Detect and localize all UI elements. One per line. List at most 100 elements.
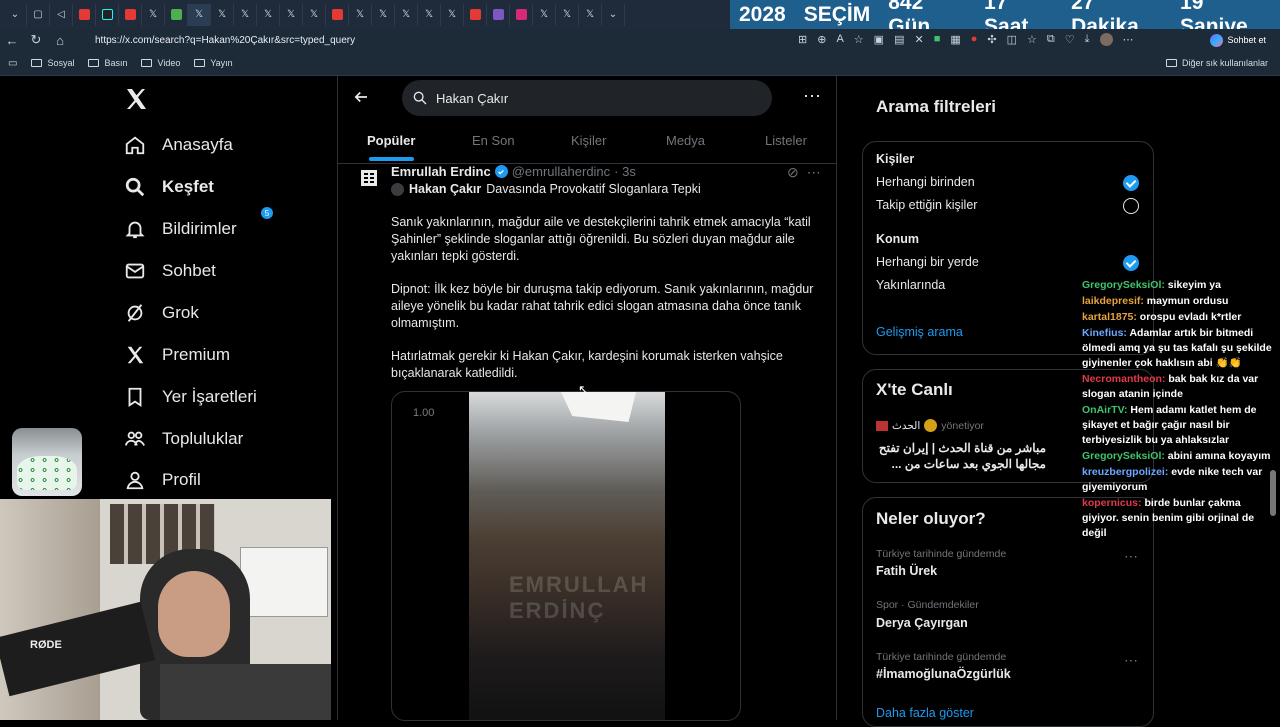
nav-messages[interactable]: Sohbet — [124, 253, 216, 289]
tab-youtube[interactable] — [73, 3, 96, 26]
nav-profile[interactable]: Profil — [124, 462, 201, 498]
profile-avatar[interactable] — [1099, 33, 1113, 46]
tab-tiktok[interactable] — [96, 3, 119, 26]
grid-icon[interactable]: ⊞ — [798, 33, 807, 46]
favorite-star-icon[interactable]: ☆ — [854, 33, 864, 46]
tab-popular[interactable]: Popüler — [367, 133, 415, 148]
tab-app-1[interactable] — [165, 3, 188, 26]
download-icon[interactable]: ⤓ — [1085, 33, 1090, 46]
other-bookmarks[interactable]: Diğer sık kullanılanlar — [1165, 58, 1268, 68]
nav-home[interactable]: Anasayfa — [124, 127, 233, 163]
extension-icon-3[interactable]: ✕ — [914, 33, 923, 46]
tab-x-12[interactable]: 𝕏 — [533, 3, 556, 26]
nav-notifications[interactable]: 5 Bildirimler — [124, 207, 273, 247]
copilot-chat-button[interactable]: Sohbet et — [1204, 31, 1272, 49]
tab-x-6[interactable]: 𝕏 — [303, 3, 326, 26]
tab-x-7[interactable]: 𝕏 — [349, 3, 372, 26]
tab-x-5[interactable]: 𝕏 — [280, 3, 303, 26]
extension-icon-5[interactable]: ▦ — [950, 33, 960, 46]
filter-location-nearby[interactable]: Yakınlarında — [876, 278, 945, 292]
tab-x-4[interactable]: 𝕏 — [257, 3, 280, 26]
tab-x-1[interactable]: 𝕏 — [142, 3, 165, 26]
nav-grok[interactable]: Grok — [124, 295, 199, 331]
chat-scrollbar[interactable] — [1270, 278, 1276, 650]
back-arrow-icon[interactable]: ← — [0, 29, 24, 51]
show-more-link[interactable]: Daha fazla göster — [876, 706, 974, 720]
trend-3-title[interactable]: #İmamoğlunaÖzgürlük — [876, 667, 1011, 681]
chat-text: orospu evladı k*rtler — [1139, 311, 1242, 323]
bookmark-folder-yayin[interactable]: Yayın — [194, 58, 233, 68]
author-handle[interactable]: @emrullaherdinc — [512, 164, 610, 179]
video-frame[interactable]: EMRULLAH ERDİNÇ — [469, 392, 665, 720]
nav-explore[interactable]: Keşfet — [124, 169, 214, 205]
bookmark-folder-video[interactable]: Video — [141, 58, 180, 68]
radio-location-anywhere[interactable] — [1123, 255, 1139, 271]
tab-media[interactable]: Medya — [666, 133, 705, 148]
live-text[interactable]: مباشر من قناة الحدث | إيران تفتح مجالها … — [876, 440, 1046, 472]
more-options-icon[interactable]: ⋯ — [803, 86, 822, 107]
tab-x-11[interactable]: 𝕏 — [441, 3, 464, 26]
trend-more-icon[interactable]: ⋯ — [1124, 652, 1138, 669]
extension-icon-6[interactable]: ● — [971, 33, 978, 46]
tab-youtube-4[interactable] — [464, 3, 487, 26]
tab-mute-icon[interactable]: ◁ — [50, 3, 73, 26]
reload-icon[interactable]: ↻ — [24, 29, 48, 51]
radio-people-following[interactable] — [1123, 198, 1139, 214]
tweet-more-icon[interactable]: ⋯ — [807, 164, 829, 180]
home-icon[interactable]: ⌂ — [48, 29, 72, 51]
tab-overflow-icon[interactable]: ⌄ — [602, 3, 625, 26]
tab-x-13[interactable]: 𝕏 — [556, 3, 579, 26]
puzzle-icon[interactable]: ✣ — [987, 33, 996, 46]
filter-people-following[interactable]: Takip ettiğin kişiler — [876, 198, 977, 212]
tab-lists[interactable]: Listeler — [765, 133, 807, 148]
trend-2-title[interactable]: Derya Çayırgan — [876, 616, 968, 630]
tweet-video[interactable]: 1.00 EMRULLAH ERDİNÇ — [391, 391, 741, 721]
filter-people-anyone[interactable]: Herhangi birinden — [876, 175, 975, 189]
author-avatar[interactable] — [358, 167, 380, 189]
back-arrow-icon[interactable] — [352, 88, 370, 106]
nav-premium[interactable]: Premium — [124, 337, 230, 373]
zoom-icon[interactable]: ⊕ — [817, 33, 826, 46]
x-logo-icon[interactable] — [124, 87, 148, 111]
tab-active[interactable]: 𝕏 — [188, 3, 211, 26]
tab-x-10[interactable]: 𝕏 — [418, 3, 441, 26]
sidebar-toggle-icon[interactable]: ▭ — [8, 58, 17, 69]
tab-instagram[interactable] — [510, 3, 533, 26]
chat-message: kreuzbergpolizei: evde nike tech var giy… — [1082, 465, 1280, 495]
extension-icon-2[interactable]: ▤ — [894, 33, 904, 46]
tab-list-icon[interactable]: ⌄ — [4, 3, 27, 26]
read-aloud-icon[interactable]: A — [836, 33, 843, 46]
tab-youtube-3[interactable] — [326, 3, 349, 26]
tab-x-14[interactable]: 𝕏 — [579, 3, 602, 26]
tab-youtube-2[interactable] — [119, 3, 142, 26]
tab-x-3[interactable]: 𝕏 — [234, 3, 257, 26]
author-name[interactable]: Emrullah Erdinc — [391, 164, 491, 179]
tab-x-2[interactable]: 𝕏 — [211, 3, 234, 26]
search-input[interactable]: Hakan Çakır — [402, 80, 772, 116]
tab-pen[interactable] — [487, 3, 510, 26]
filter-location-anywhere[interactable]: Herhangi bir yerde — [876, 255, 979, 269]
split-screen-icon[interactable]: ◫ — [1007, 33, 1017, 46]
favorites-icon[interactable]: ☆ — [1027, 33, 1037, 46]
radio-people-anyone[interactable] — [1123, 175, 1139, 191]
nav-bookmarks[interactable]: Yer İşaretleri — [124, 379, 257, 415]
url-field[interactable]: https://x.com/search?q=Hakan%20Çakır&src… — [80, 31, 780, 49]
collections-icon[interactable]: ⧉ — [1047, 33, 1055, 46]
advanced-search-link[interactable]: Gelişmiş arama — [876, 325, 963, 339]
bookmark-folder-sosyal[interactable]: Sosyal — [31, 58, 74, 68]
grok-tweet-icon[interactable]: ⊘ — [787, 164, 807, 180]
chat-scroll-thumb[interactable] — [1270, 470, 1276, 516]
tab-people[interactable]: Kişiler — [571, 133, 606, 148]
nav-communities[interactable]: Topluluklar — [124, 421, 243, 457]
heart-icon[interactable]: ♡ — [1065, 33, 1075, 46]
trend-1-title[interactable]: Fatih Ürek — [876, 564, 937, 578]
extension-icon-1[interactable]: ▣ — [874, 33, 884, 46]
workspace-icon[interactable]: ▢ — [27, 3, 50, 26]
bookmark-folder-basin[interactable]: Basın — [88, 58, 127, 68]
tab-latest[interactable]: En Son — [472, 133, 515, 148]
tweet-time[interactable]: · 3s — [614, 164, 636, 179]
tab-x-8[interactable]: 𝕏 — [372, 3, 395, 26]
extension-icon-4[interactable]: ■ — [934, 33, 941, 46]
tab-x-9[interactable]: 𝕏 — [395, 3, 418, 26]
more-menu-icon[interactable]: ⋯ — [1123, 33, 1134, 46]
